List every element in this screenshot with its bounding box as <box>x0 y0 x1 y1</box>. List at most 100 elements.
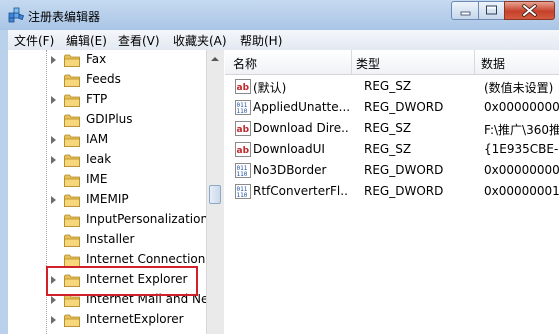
folder-icon <box>64 74 80 87</box>
string-value-icon: ab <box>235 142 251 157</box>
tree-item[interactable]: IMEMIP <box>8 190 208 210</box>
svg-text:ab: ab <box>237 125 250 135</box>
expand-arrow-icon[interactable] <box>51 316 56 324</box>
value-name: Download Dire... <box>253 121 349 135</box>
value-name: (默认) <box>253 81 287 95</box>
list-item[interactable]: ab Download Dire... REG_SZ F:\推广\360推 <box>225 118 559 139</box>
value-data: 0x00000001 <box>484 184 559 198</box>
tree-item-label: FTP <box>86 92 108 106</box>
expand-arrow-icon[interactable] <box>51 156 56 164</box>
column-header-data[interactable]: 数据 <box>481 55 505 72</box>
binary-value-icon: 011110 <box>235 163 251 178</box>
registry-editor-icon <box>8 7 24 23</box>
folder-icon <box>64 94 80 107</box>
minimize-button[interactable] <box>451 1 479 20</box>
folder-icon <box>64 214 80 227</box>
svg-text:110: 110 <box>237 171 248 178</box>
value-data: 0x00000000 <box>484 163 559 177</box>
column-header-type[interactable]: 类型 <box>356 55 380 72</box>
window-title: 注册表编辑器 <box>28 10 101 24</box>
expand-arrow-icon[interactable] <box>51 136 56 144</box>
folder-icon <box>64 114 80 127</box>
tree-item[interactable]: Ieak <box>8 150 208 170</box>
tree-item-label: InternetExplorer <box>86 312 184 326</box>
tree-item[interactable]: IAM <box>8 130 208 150</box>
scroll-thumb[interactable] <box>209 185 221 204</box>
tree-item[interactable]: FTP <box>8 90 208 110</box>
registry-value-list[interactable]: 名称 类型 数据 ab (默认) REG_SZ (数值未设置) 011 110 Applie… <box>225 50 559 334</box>
registry-editor-window: 注册表编辑器 文件(F) 编辑(E) 查看(V) 收藏夹(A) 帮助(H) Fa… <box>0 0 559 334</box>
list-item[interactable]: 011 110 RtfConverterFl... REG_DWORD 0x000000… <box>225 181 559 202</box>
close-button[interactable] <box>504 1 555 20</box>
tree-item-label: GDIPlus <box>86 112 133 126</box>
highlight-annotation-box <box>46 266 198 296</box>
expand-arrow-icon[interactable] <box>51 96 56 104</box>
tree-item-label: IAM <box>86 132 109 146</box>
editor-body: Fax Feeds FTP GDIPlus IAM Ieak IME IMEMIP InputP… <box>8 50 559 334</box>
value-name: No3DBorder <box>253 163 327 177</box>
title-bar[interactable]: 注册表编辑器 <box>0 0 559 30</box>
svg-text:110: 110 <box>237 108 248 115</box>
tree-item[interactable]: IME <box>8 170 208 190</box>
value-type: REG_DWORD <box>364 184 444 198</box>
tree-item[interactable]: Fax <box>8 50 208 70</box>
tree-item-label: Installer <box>86 232 135 246</box>
tree-item[interactable]: GDIPlus <box>8 110 208 130</box>
value-data: F:\推广\360推 <box>484 123 559 137</box>
expand-arrow-icon[interactable] <box>51 56 56 64</box>
string-value-icon: ab <box>235 79 251 94</box>
menu-edit[interactable]: 编辑(E) <box>66 32 107 49</box>
tree-item-label: Feeds <box>86 72 121 86</box>
menu-bar: 文件(F) 编辑(E) 查看(V) 收藏夹(A) 帮助(H) <box>8 30 559 51</box>
tree-item[interactable]: InputPersonalization <box>8 210 208 230</box>
column-separator[interactable] <box>351 50 352 74</box>
value-data: (数值未设置) <box>484 81 554 95</box>
list-item[interactable]: ab DownloadUI REG_SZ {1E935CBE-2 <box>225 139 559 160</box>
string-value-icon: ab <box>235 121 251 136</box>
folder-icon <box>64 154 80 167</box>
folder-icon <box>64 194 80 207</box>
value-type: REG_SZ <box>364 121 412 135</box>
tree-item-label: InputPersonalization <box>86 212 209 226</box>
menu-file[interactable]: 文件(F) <box>14 32 54 49</box>
expand-arrow-icon[interactable] <box>51 196 56 204</box>
folder-icon <box>64 174 80 187</box>
folder-icon <box>64 314 80 327</box>
list-item[interactable]: 011 110 AppliedUnatte... REG_DWORD 0x0000000… <box>225 97 559 118</box>
value-name: AppliedUnatte... <box>253 100 349 114</box>
registry-key-tree[interactable]: Fax Feeds FTP GDIPlus IAM Ieak IME IMEMIP InputP… <box>8 50 209 334</box>
value-name: DownloadUI <box>253 142 325 156</box>
menu-help[interactable]: 帮助(H) <box>240 32 282 49</box>
value-name: RtfConverterFl... <box>253 184 349 198</box>
value-type: REG_DWORD <box>364 163 444 177</box>
value-type: REG_DWORD <box>364 100 444 114</box>
tree-item[interactable]: Installer <box>8 230 208 250</box>
window-controls <box>451 1 555 21</box>
folder-icon <box>64 54 80 67</box>
maximize-button[interactable] <box>478 1 505 20</box>
tree-item-label: IME <box>86 172 108 186</box>
list-item[interactable]: 011 110 No3DBorder REG_DWORD 0x00000000 <box>225 160 559 181</box>
folder-icon <box>64 134 80 147</box>
tree-item[interactable]: Feeds <box>8 70 208 90</box>
tree-item-label: Internet Connection <box>86 252 206 266</box>
menu-favorites[interactable]: 收藏夹(A) <box>173 32 227 49</box>
folder-icon <box>64 234 80 247</box>
svg-text:ab: ab <box>237 146 250 156</box>
binary-value-icon: 011110 <box>235 184 251 199</box>
list-header: 名称 类型 数据 <box>225 50 559 75</box>
scroll-up-arrow-icon[interactable] <box>211 57 219 61</box>
menu-view[interactable]: 查看(V) <box>118 32 160 49</box>
svg-text:110: 110 <box>237 192 248 199</box>
expand-arrow-icon[interactable] <box>51 296 56 304</box>
column-header-name[interactable]: 名称 <box>233 55 257 72</box>
maximize-icon <box>486 5 497 15</box>
tree-item-label: Ieak <box>86 152 112 166</box>
list-item[interactable]: ab (默认) REG_SZ (数值未设置) <box>225 76 559 97</box>
tree-item[interactable]: InternetExplorer <box>8 310 208 330</box>
tree-item-label: IMEMIP <box>86 192 129 206</box>
close-icon <box>522 4 537 17</box>
column-separator[interactable] <box>474 50 475 74</box>
tree-vertical-scrollbar[interactable] <box>206 50 224 334</box>
value-data: {1E935CBE-2 <box>484 142 559 156</box>
